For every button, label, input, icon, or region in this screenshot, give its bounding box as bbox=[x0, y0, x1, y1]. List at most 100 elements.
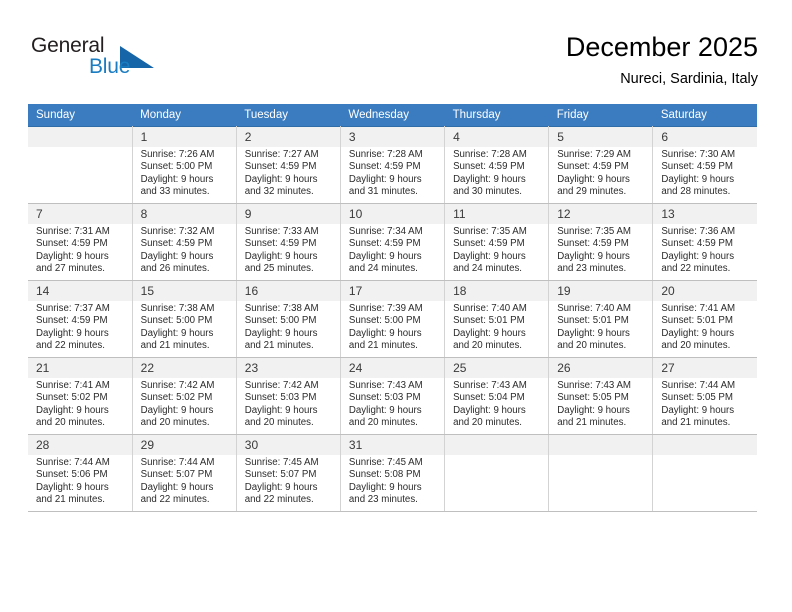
calendar-day-cell[interactable]: 12 Sunrise: 7:35 AM Sunset: 4:59 PM Dayligh… bbox=[548, 203, 654, 281]
day-sun-info: Sunrise: 7:42 AM Sunset: 5:02 PM Daylight:… bbox=[133, 378, 236, 430]
sun-info-line: Daylight: 9 hours bbox=[557, 327, 630, 339]
calendar-day-cell[interactable]: 29 Sunrise: 7:44 AM Sunset: 5:07 PM Dayligh… bbox=[131, 434, 237, 512]
calendar-day-cell[interactable]: 2 Sunrise: 7:27 AM Sunset: 4:59 PM Daylight… bbox=[235, 126, 341, 204]
calendar-cell-empty bbox=[652, 434, 757, 512]
sun-info-line: Sunset: 5:02 PM bbox=[36, 392, 108, 404]
sun-info-line: Sunrise: 7:34 AM bbox=[348, 226, 423, 237]
sun-info-line: Sunset: 5:01 PM bbox=[661, 315, 733, 327]
month-calendar: Sunday Monday Tuesday Wednesday Thursday Frid… bbox=[28, 104, 757, 512]
calendar-day-cell[interactable]: 13 Sunrise: 7:36 AM Sunset: 4:59 PM Dayligh… bbox=[652, 203, 757, 281]
day-sun-info: Sunrise: 7:36 AM Sunset: 4:59 PM Daylight:… bbox=[653, 224, 757, 276]
calendar-day-cell[interactable]: 14 Sunrise: 7:37 AM Sunset: 4:59 PM Dayligh… bbox=[28, 280, 133, 358]
sun-info-line: Daylight: 9 hours bbox=[36, 404, 109, 416]
sun-info-line: Sunset: 4:59 PM bbox=[557, 161, 629, 173]
calendar-day-cell[interactable]: 24 Sunrise: 7:43 AM Sunset: 5:03 PM Dayligh… bbox=[339, 357, 446, 435]
sun-info-line: and 21 minutes. bbox=[140, 340, 210, 352]
calendar-day-cell[interactable]: 28 Sunrise: 7:44 AM Sunset: 5:06 PM Dayligh… bbox=[28, 434, 133, 512]
sun-info-line: and 24 minutes. bbox=[453, 263, 522, 275]
calendar-day-cell[interactable]: 30 Sunrise: 7:45 AM Sunset: 5:07 PM Dayligh… bbox=[235, 434, 341, 512]
sun-info-line: and 21 minutes. bbox=[36, 494, 105, 506]
day-number: 3 bbox=[340, 127, 445, 147]
sun-info-line: and 30 minutes. bbox=[453, 186, 522, 198]
day-number: 31 bbox=[340, 435, 445, 455]
calendar-day-cell[interactable]: 27 Sunrise: 7:44 AM Sunset: 5:05 PM Dayligh… bbox=[652, 357, 757, 435]
day-number: 10 bbox=[340, 204, 445, 224]
sun-info-line: and 22 minutes. bbox=[36, 340, 105, 352]
day-sun-info: Sunrise: 7:27 AM Sunset: 4:59 PM Daylight:… bbox=[237, 147, 340, 199]
weekday-header-friday: Friday bbox=[548, 104, 653, 127]
sun-info-line: Daylight: 9 hours bbox=[557, 173, 630, 185]
day-number: 29 bbox=[132, 435, 236, 455]
calendar-week-row: 28 Sunrise: 7:44 AM Sunset: 5:06 PM Dayligh… bbox=[28, 434, 757, 512]
day-sun-info: Sunrise: 7:38 AM Sunset: 5:00 PM Daylight:… bbox=[237, 301, 340, 353]
calendar-day-cell[interactable]: 15 Sunrise: 7:38 AM Sunset: 5:00 PM Dayligh… bbox=[131, 280, 237, 358]
sun-info-line: Sunrise: 7:28 AM bbox=[453, 149, 527, 160]
day-number: 17 bbox=[340, 281, 445, 301]
calendar-day-cell[interactable]: 1 Sunrise: 7:26 AM Sunset: 5:00 PM Daylight… bbox=[131, 126, 237, 204]
day-number: 11 bbox=[445, 204, 549, 224]
calendar-day-cell[interactable]: 10 Sunrise: 7:34 AM Sunset: 4:59 PM Dayligh… bbox=[339, 203, 446, 281]
sun-info-line: Sunrise: 7:31 AM bbox=[36, 226, 110, 237]
calendar-day-cell[interactable]: 18 Sunrise: 7:40 AM Sunset: 5:01 PM Dayligh… bbox=[444, 280, 550, 358]
day-sun-info: Sunrise: 7:43 AM Sunset: 5:04 PM Daylight:… bbox=[445, 378, 548, 430]
sun-info-line: Sunrise: 7:40 AM bbox=[453, 303, 527, 314]
sun-info-line: Sunset: 5:03 PM bbox=[348, 392, 421, 404]
calendar-day-cell[interactable]: 17 Sunrise: 7:39 AM Sunset: 5:00 PM Dayligh… bbox=[339, 280, 446, 358]
calendar-day-cell[interactable]: 7 Sunrise: 7:31 AM Sunset: 4:59 PM Daylight… bbox=[28, 203, 133, 281]
calendar-day-cell[interactable]: 21 Sunrise: 7:41 AM Sunset: 5:02 PM Dayligh… bbox=[28, 357, 133, 435]
calendar-day-cell[interactable]: 6 Sunrise: 7:30 AM Sunset: 4:59 PM Daylight… bbox=[652, 126, 757, 204]
sun-info-line: Sunrise: 7:37 AM bbox=[36, 303, 110, 314]
day-sun-info: Sunrise: 7:45 AM Sunset: 5:08 PM Daylight:… bbox=[341, 455, 444, 507]
sun-info-line: and 26 minutes. bbox=[140, 263, 210, 275]
day-sun-info: Sunrise: 7:34 AM Sunset: 4:59 PM Daylight:… bbox=[341, 224, 444, 276]
sun-info-line: Daylight: 9 hours bbox=[661, 250, 735, 262]
day-number: 22 bbox=[132, 358, 236, 378]
calendar-day-cell[interactable]: 3 Sunrise: 7:28 AM Sunset: 4:59 PM Daylight… bbox=[339, 126, 446, 204]
sun-info-line: and 22 minutes. bbox=[244, 494, 314, 506]
sun-info-line: Sunset: 5:03 PM bbox=[244, 392, 317, 404]
sun-info-line: and 27 minutes. bbox=[36, 263, 105, 275]
calendar-day-cell[interactable]: 9 Sunrise: 7:33 AM Sunset: 4:59 PM Daylight… bbox=[235, 203, 341, 281]
day-sun-info: Sunrise: 7:28 AM Sunset: 4:59 PM Daylight:… bbox=[341, 147, 444, 199]
general-blue-logo[interactable]: General Blue bbox=[31, 34, 211, 86]
day-number: 25 bbox=[445, 358, 549, 378]
sun-info-line: Daylight: 9 hours bbox=[348, 250, 422, 262]
calendar-day-cell[interactable]: 26 Sunrise: 7:43 AM Sunset: 5:05 PM Dayligh… bbox=[548, 357, 654, 435]
sun-info-line: and 21 minutes. bbox=[244, 340, 314, 352]
calendar-day-cell[interactable]: 31 Sunrise: 7:45 AM Sunset: 5:08 PM Dayligh… bbox=[339, 434, 446, 512]
calendar-day-cell[interactable]: 5 Sunrise: 7:29 AM Sunset: 4:59 PM Daylight… bbox=[548, 126, 654, 204]
day-number: 28 bbox=[28, 435, 132, 455]
calendar-day-cell[interactable]: 23 Sunrise: 7:42 AM Sunset: 5:03 PM Dayligh… bbox=[235, 357, 341, 435]
weekday-header-thursday: Thursday bbox=[444, 104, 549, 127]
day-number: 27 bbox=[653, 358, 757, 378]
sun-info-line: and 21 minutes. bbox=[348, 340, 418, 352]
day-number bbox=[28, 127, 132, 147]
sun-info-line: Sunset: 4:59 PM bbox=[661, 161, 733, 173]
calendar-day-cell[interactable]: 20 Sunrise: 7:41 AM Sunset: 5:01 PM Dayligh… bbox=[652, 280, 757, 358]
day-sun-info: Sunrise: 7:40 AM Sunset: 5:01 PM Daylight:… bbox=[445, 301, 548, 353]
sun-info-line: Daylight: 9 hours bbox=[244, 250, 318, 262]
sun-info-line: and 20 minutes. bbox=[453, 417, 522, 429]
sun-info-line: Daylight: 9 hours bbox=[348, 327, 422, 339]
calendar-day-cell[interactable]: 4 Sunrise: 7:28 AM Sunset: 4:59 PM Daylight… bbox=[444, 126, 550, 204]
day-sun-info: Sunrise: 7:43 AM Sunset: 5:05 PM Daylight:… bbox=[549, 378, 652, 430]
calendar-day-cell[interactable]: 22 Sunrise: 7:42 AM Sunset: 5:02 PM Dayligh… bbox=[131, 357, 237, 435]
calendar-day-cell[interactable]: 25 Sunrise: 7:43 AM Sunset: 5:04 PM Dayligh… bbox=[444, 357, 550, 435]
calendar-day-cell[interactable]: 8 Sunrise: 7:32 AM Sunset: 4:59 PM Daylight… bbox=[131, 203, 237, 281]
day-sun-info: Sunrise: 7:39 AM Sunset: 5:00 PM Daylight:… bbox=[341, 301, 444, 353]
calendar-day-cell[interactable]: 11 Sunrise: 7:35 AM Sunset: 4:59 PM Dayligh… bbox=[444, 203, 550, 281]
sun-info-line: Sunset: 4:59 PM bbox=[36, 238, 108, 250]
day-sun-info: Sunrise: 7:40 AM Sunset: 5:01 PM Daylight:… bbox=[549, 301, 652, 353]
sun-info-line: Daylight: 9 hours bbox=[140, 327, 214, 339]
calendar-day-cell[interactable]: 19 Sunrise: 7:40 AM Sunset: 5:01 PM Dayligh… bbox=[548, 280, 654, 358]
sun-info-line: Sunset: 4:59 PM bbox=[244, 238, 317, 250]
sun-info-line: and 31 minutes. bbox=[348, 186, 418, 198]
calendar-day-cell[interactable]: 16 Sunrise: 7:38 AM Sunset: 5:00 PM Dayligh… bbox=[235, 280, 341, 358]
sun-info-line: and 33 minutes. bbox=[140, 186, 210, 198]
sun-info-line: Daylight: 9 hours bbox=[140, 250, 214, 262]
sun-info-line: Daylight: 9 hours bbox=[348, 481, 422, 493]
sun-info-line: Daylight: 9 hours bbox=[140, 404, 214, 416]
sun-info-line: Daylight: 9 hours bbox=[557, 404, 630, 416]
sun-info-line: Sunrise: 7:28 AM bbox=[348, 149, 423, 160]
sun-info-line: Sunrise: 7:43 AM bbox=[348, 380, 423, 391]
